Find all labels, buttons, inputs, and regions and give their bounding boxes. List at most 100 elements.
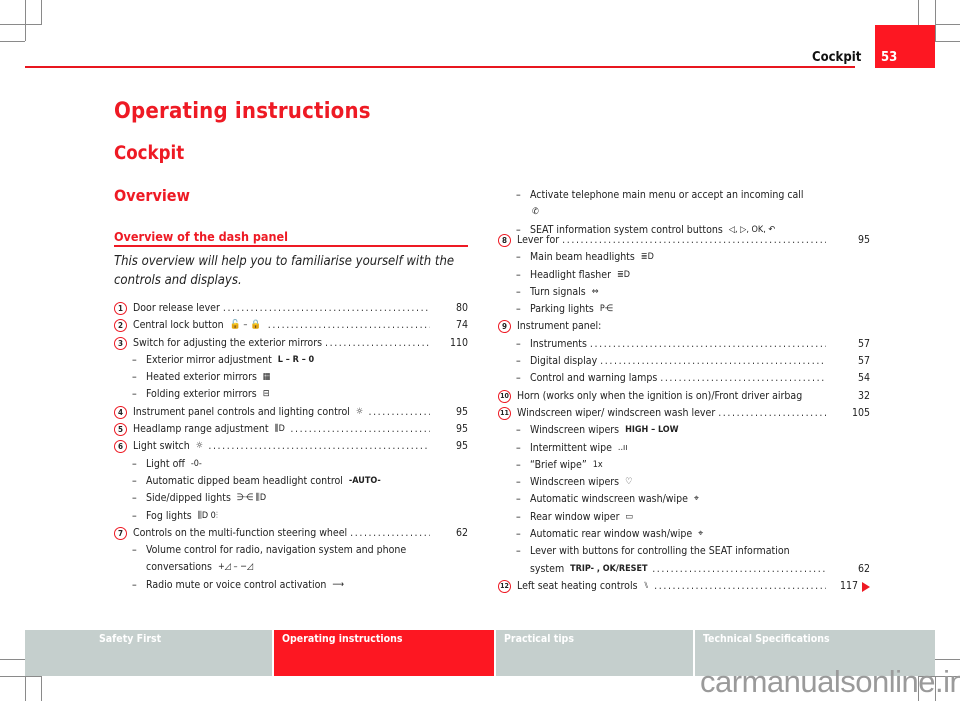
item-number-badge: 1 bbox=[114, 302, 127, 315]
page-reference[interactable]: 62 bbox=[456, 525, 468, 542]
page-reference[interactable]: 105 bbox=[852, 405, 870, 422]
light-off-icon: -0- bbox=[190, 458, 202, 469]
item-label: Headlamp range adjustment bbox=[133, 423, 269, 436]
dash-bullet: – bbox=[516, 337, 521, 350]
dash-bullet: – bbox=[132, 492, 137, 505]
item-label: “Brief wipe” bbox=[530, 458, 587, 471]
dash-bullet: – bbox=[132, 371, 137, 384]
crop-mark bbox=[935, 24, 960, 25]
dash-bullet: – bbox=[516, 355, 521, 368]
footer-tab-operating-instructions[interactable]: Operating instructions bbox=[274, 630, 494, 676]
panel-lighting-icon: ☼ bbox=[355, 406, 364, 417]
dot-leader: ........................................… bbox=[267, 319, 430, 332]
footer-tab-practical-tips[interactable]: Practical tips bbox=[496, 630, 693, 676]
continue-arrow-icon bbox=[862, 581, 870, 592]
list-item: 4 Instrument panel controls and lighting … bbox=[114, 404, 468, 421]
list-item: – Fog lights ⫼D 0⫶ bbox=[114, 508, 468, 525]
item-label-continued: conversations bbox=[146, 561, 212, 574]
auto-wash-icon: ⌖ bbox=[693, 494, 699, 505]
list-item: – Side/dipped lights ⋺⋲ ⫼D bbox=[114, 490, 468, 507]
item-label: Digital display bbox=[530, 355, 598, 368]
page-reference[interactable]: 57 bbox=[858, 336, 870, 353]
item-label: Left seat heating controls bbox=[517, 579, 638, 592]
auto-light-icon: -AUTO- bbox=[348, 475, 381, 486]
page-reference[interactable]: 95 bbox=[456, 404, 468, 421]
mirror-select-icon: L – R – 0 bbox=[277, 354, 315, 365]
list-item: – Volume control for radio, navigation sy… bbox=[114, 542, 468, 559]
list-item: – Radio mute or voice control activation ⟶ bbox=[114, 577, 468, 594]
list-item-continuation: conversations +◿ – −◿ bbox=[114, 559, 468, 576]
item-number-badge: 5 bbox=[114, 423, 127, 437]
item-label: Side/dipped lights bbox=[146, 492, 231, 505]
folding-mirror-icon: ⊟ bbox=[262, 389, 270, 400]
page-reference[interactable]: 95 bbox=[456, 438, 468, 455]
unlock-lock-icon: 🔓 – 🔒 bbox=[229, 320, 262, 331]
page-reference[interactable]: 110 bbox=[450, 335, 468, 352]
main-beam-icon: ≣D bbox=[640, 252, 654, 263]
section-title: Operating instructions bbox=[114, 99, 371, 124]
item-label: Central lock button bbox=[133, 319, 224, 332]
phone-icon: ✆ bbox=[532, 207, 539, 218]
mute-voice-icon: ⟶ bbox=[332, 579, 344, 590]
page-reference[interactable]: 117 bbox=[840, 578, 858, 595]
dash-bullet: – bbox=[132, 457, 137, 470]
dash-bullet: – bbox=[516, 424, 521, 437]
fog-lights-icon: ⫼D 0⫶ bbox=[197, 510, 219, 521]
seat-heating-icon: ⑊ bbox=[643, 580, 649, 591]
turn-signal-icon: ⇔ bbox=[591, 286, 599, 297]
heated-mirror-icon: ▦ bbox=[262, 372, 271, 383]
item-label: Instrument panel controls and lighting c… bbox=[133, 405, 350, 418]
rear-wiper-icon: ▭ bbox=[625, 511, 634, 522]
page-reference[interactable]: 95 bbox=[456, 421, 468, 438]
page-reference[interactable]: 62 bbox=[858, 561, 870, 578]
list-item: – Intermittent wipe ..ıı bbox=[498, 440, 870, 457]
dash-bullet: – bbox=[516, 493, 521, 506]
item-label: Rear window wiper bbox=[530, 510, 620, 523]
page-reference[interactable]: 80 bbox=[456, 300, 468, 317]
crop-mark bbox=[0, 24, 42, 25]
item-label: Radio mute or voice control activation bbox=[146, 578, 327, 591]
page-reference[interactable]: 74 bbox=[456, 317, 468, 334]
item-number-badge: 12 bbox=[498, 579, 511, 593]
item-number-badge: 4 bbox=[114, 405, 127, 419]
light-switch-icon: ☼ bbox=[195, 441, 203, 452]
list-item: – Automatic rear window wash/wipe ⌖ bbox=[498, 526, 870, 543]
item-number-badge: 8 bbox=[498, 234, 511, 247]
dash-bullet: – bbox=[516, 458, 521, 471]
list-item: 10 Horn (works only when the ignition is … bbox=[498, 388, 870, 405]
item-label: Windscreen wipers bbox=[530, 476, 620, 489]
tab-label: Safety First bbox=[99, 633, 162, 645]
list-item: – Parking lights P⋲ bbox=[498, 301, 870, 318]
crop-mark bbox=[935, 41, 960, 42]
dot-leader: ........................................… bbox=[290, 423, 430, 436]
list-item: 6 Light switch ☼..........................… bbox=[114, 438, 468, 455]
dash-bullet: – bbox=[516, 303, 521, 316]
list-item: – Headlight flasher ≣D bbox=[498, 267, 870, 284]
item-label: Heated exterior mirrors bbox=[146, 371, 257, 384]
dash-bullet: – bbox=[132, 509, 137, 522]
dash-bullet: – bbox=[516, 528, 521, 541]
page-reference[interactable]: 95 bbox=[858, 232, 870, 249]
page-reference[interactable]: 57 bbox=[858, 353, 870, 370]
dash-bullet: – bbox=[516, 189, 521, 201]
dot-leader: ........................................… bbox=[718, 406, 826, 419]
dash-bullet: – bbox=[516, 268, 521, 281]
footer-tab-safety-first[interactable]: Safety First bbox=[25, 630, 272, 676]
list-item-continuation: ✆ bbox=[516, 204, 870, 221]
page-reference[interactable]: 32 bbox=[858, 388, 870, 405]
list-item: – Main beam headlights ≣D bbox=[498, 249, 870, 266]
dash-bullet: – bbox=[516, 510, 521, 523]
windscreen-wiper-icon: ♡ bbox=[625, 477, 633, 488]
crop-mark bbox=[935, 0, 936, 41]
left-legend-list: 1 Door release lever.....................… bbox=[114, 300, 468, 594]
brief-wipe-icon: 1x bbox=[592, 459, 603, 470]
subchapter-heading: Overview bbox=[114, 186, 190, 205]
list-item-continuation: system TRIP- , OK/RESET..................… bbox=[498, 561, 870, 578]
item-label: Intermittent wipe bbox=[530, 441, 612, 454]
list-item: 9 Instrument panel: bbox=[498, 318, 870, 335]
topic-heading-rule bbox=[114, 245, 468, 247]
item-label: Light switch bbox=[133, 440, 190, 453]
intermittent-wipe-icon: ..ıı bbox=[617, 442, 628, 453]
page-reference[interactable]: 54 bbox=[858, 370, 870, 387]
crop-mark bbox=[25, 676, 26, 701]
